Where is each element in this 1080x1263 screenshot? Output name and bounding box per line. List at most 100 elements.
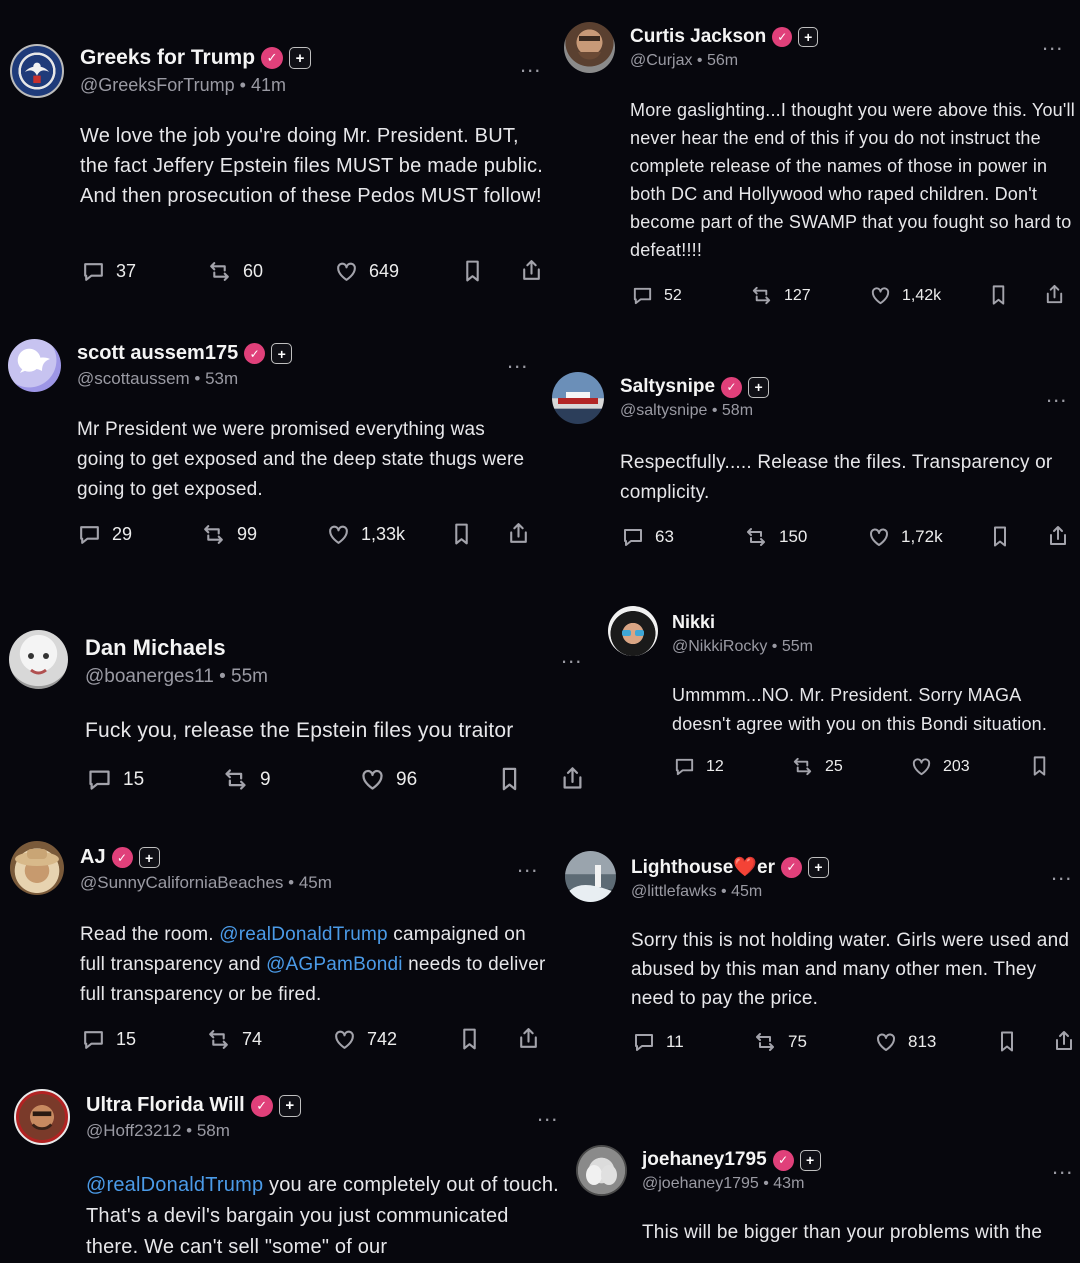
share-button[interactable]	[1043, 282, 1066, 307]
follow-plus-icon[interactable]: +	[138, 847, 160, 868]
repost-icon	[743, 525, 769, 549]
avatar[interactable]	[8, 339, 61, 392]
reply-button[interactable]: 11	[632, 1030, 684, 1054]
share-icon	[516, 1025, 541, 1052]
repost-button[interactable]: 150	[743, 525, 807, 549]
more-options-icon[interactable]: ...	[1046, 384, 1067, 406]
repost-button[interactable]: 60	[206, 259, 263, 284]
reply-button[interactable]: 12	[673, 755, 724, 778]
avatar[interactable]	[576, 1145, 627, 1196]
author-handle[interactable]: @Curjax	[630, 52, 692, 69]
like-button[interactable]: 742	[332, 1027, 397, 1052]
follow-plus-icon[interactable]: +	[271, 343, 293, 364]
verified-badge-icon: ✓	[772, 27, 793, 47]
author-name[interactable]: Greeks for Trump	[80, 46, 255, 70]
repost-button[interactable]: 9	[221, 766, 271, 793]
bookmark-button[interactable]	[496, 765, 523, 793]
follow-plus-icon[interactable]: +	[289, 47, 312, 69]
reply-button[interactable]: 15	[86, 766, 144, 793]
bookmark-button[interactable]	[988, 524, 1012, 549]
like-button[interactable]: 813	[874, 1030, 936, 1054]
avatar[interactable]	[552, 372, 604, 424]
author-name[interactable]: Lighthouse❤️er	[631, 855, 775, 879]
more-options-icon[interactable]: ...	[1051, 862, 1072, 884]
author-handle[interactable]: @boanerges11	[85, 666, 214, 687]
avatar[interactable]	[608, 606, 658, 656]
bookmark-button[interactable]	[457, 1026, 482, 1052]
share-button[interactable]	[559, 764, 586, 793]
share-button[interactable]	[516, 1025, 541, 1052]
bookmark-button[interactable]	[1028, 754, 1051, 778]
avatar[interactable]	[564, 22, 615, 73]
avatar[interactable]	[14, 1089, 70, 1145]
author-handle[interactable]: @Hoff23212	[86, 1121, 181, 1140]
more-options-icon[interactable]: ...	[561, 645, 582, 667]
author-name[interactable]: AJ	[80, 846, 106, 869]
bookmark-button[interactable]	[460, 258, 485, 284]
repost-button[interactable]: 99	[200, 522, 257, 547]
author-name[interactable]: joehaney1795	[642, 1149, 767, 1171]
author-handle[interactable]: @SunnyCaliforniaBeaches	[80, 873, 283, 892]
mention-link[interactable]: @realDonaldTrump	[219, 924, 388, 945]
ship-icon	[558, 392, 598, 404]
like-button[interactable]: 203	[910, 755, 970, 778]
author-name[interactable]: Nikki	[672, 612, 715, 633]
author-name[interactable]: scott aussem175	[77, 342, 238, 365]
verified-badge-icon: ✓	[721, 376, 743, 398]
bookmark-button[interactable]	[987, 283, 1010, 307]
like-button[interactable]: 1,42k	[869, 284, 941, 307]
avatar[interactable]	[9, 630, 68, 689]
author-name[interactable]: Dan Michaels	[85, 635, 226, 661]
like-button[interactable]: 649	[334, 259, 399, 284]
follow-plus-icon[interactable]: +	[748, 376, 770, 398]
more-options-icon[interactable]: ...	[520, 54, 541, 76]
bookmark-button[interactable]	[449, 521, 474, 547]
share-button[interactable]	[1046, 523, 1070, 549]
avatar[interactable]	[10, 841, 64, 895]
follow-plus-icon[interactable]: +	[798, 27, 819, 47]
repost-button[interactable]: 75	[752, 1030, 807, 1054]
author-name[interactable]: Ultra Florida Will	[86, 1094, 245, 1117]
bookmark-icon	[460, 258, 485, 284]
more-options-icon[interactable]: ...	[1042, 32, 1063, 54]
author-handle[interactable]: @scottaussem	[77, 369, 190, 388]
mention-link[interactable]: @realDonaldTrump	[86, 1174, 263, 1196]
share-button[interactable]	[506, 520, 531, 547]
more-options-icon[interactable]: ...	[1052, 1156, 1073, 1178]
bookmark-button[interactable]	[995, 1029, 1019, 1054]
like-button[interactable]: 1,72k	[867, 525, 943, 549]
more-options-icon[interactable]: ...	[507, 350, 528, 372]
post-header: Greeks for Trump ✓ + @GreeksForTrump • 4…	[80, 46, 312, 96]
more-options-icon[interactable]: ...	[537, 1103, 558, 1125]
avatar[interactable]	[565, 851, 616, 902]
avatar[interactable]	[10, 44, 64, 98]
author-handle[interactable]: @GreeksForTrump	[80, 75, 235, 95]
repost-button[interactable]: 25	[790, 755, 843, 778]
reply-button[interactable]: 37	[81, 259, 136, 284]
reply-count: 29	[112, 524, 133, 544]
reply-button[interactable]: 52	[631, 284, 682, 307]
author-handle-line: @scottaussem • 53m	[77, 369, 292, 389]
separator-dot: •	[692, 52, 707, 69]
follow-plus-icon[interactable]: +	[808, 856, 829, 878]
share-button[interactable]	[519, 257, 544, 284]
heart-icon	[332, 1027, 357, 1052]
author-handle[interactable]: @NikkiRocky	[672, 638, 767, 655]
author-handle[interactable]: @saltysnipe	[620, 402, 707, 419]
author-name[interactable]: Curtis Jackson	[630, 26, 766, 48]
repost-button[interactable]: 74	[205, 1027, 262, 1052]
reply-button[interactable]: 29	[77, 522, 132, 547]
reply-button[interactable]: 15	[81, 1027, 136, 1052]
mention-link[interactable]: @AGPamBondi	[266, 954, 403, 975]
author-handle[interactable]: @littlefawks	[631, 883, 717, 900]
reply-button[interactable]: 63	[621, 525, 674, 549]
author-name[interactable]: Saltysnipe	[620, 376, 715, 398]
author-handle[interactable]: @joehaney1795	[642, 1175, 759, 1192]
share-button[interactable]	[1052, 1028, 1076, 1054]
follow-plus-icon[interactable]: +	[278, 1094, 301, 1117]
like-button[interactable]: 1,33k	[326, 522, 405, 547]
like-button[interactable]: 96	[359, 766, 417, 793]
follow-plus-icon[interactable]: +	[799, 1149, 821, 1171]
repost-button[interactable]: 127	[749, 284, 811, 307]
more-options-icon[interactable]: ...	[517, 854, 538, 876]
